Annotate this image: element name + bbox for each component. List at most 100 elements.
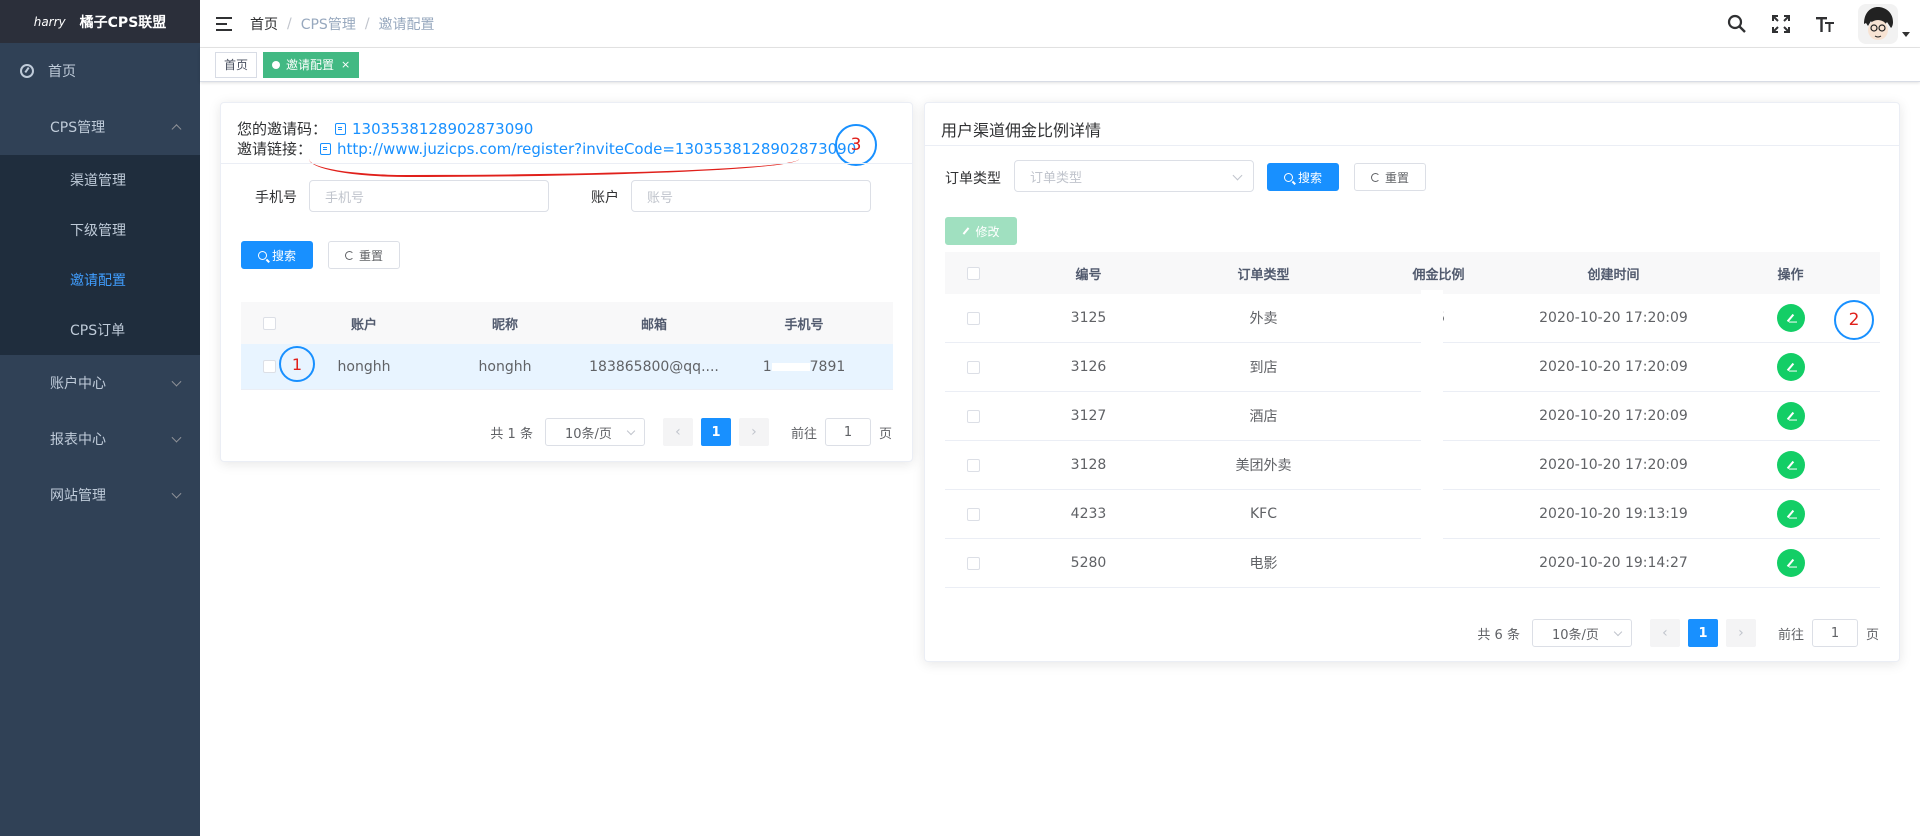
edit-row-button[interactable] [1776, 500, 1805, 528]
chevron-down-icon [1232, 170, 1243, 181]
table-row[interactable]: 3127酒店32020-10-20 17:20:09 [945, 392, 1880, 441]
sidebar-item-account-center[interactable]: 账户中心 [0, 355, 200, 411]
sidebar-item-cps-orders[interactable]: CPS订单 [0, 305, 200, 355]
table-row[interactable]: 3126 到店 2020-10-20 17:20:09 [945, 343, 1880, 392]
pencil-icon [1786, 313, 1795, 323]
table-row[interactable]: honghh honghh 183865800@qq.... 1 7891 [241, 344, 893, 390]
column-header[interactable]: 操作 [1701, 264, 1880, 283]
invite-code[interactable]: 1303538128902873090 [327, 119, 533, 139]
chevron-down-icon [171, 432, 182, 443]
table-header: 账户 昵称 邮箱 手机号 [241, 302, 893, 344]
reset-button[interactable]: 重置 [1354, 163, 1426, 191]
row-checkbox[interactable] [966, 360, 980, 374]
sidebar-item-subordinate[interactable]: 下级管理 [0, 205, 200, 255]
logo[interactable]: harry 橘子CPS联盟 [0, 0, 200, 43]
sidebar-item-label: 网站管理 [50, 488, 106, 504]
account-input[interactable]: 账号 [631, 180, 871, 212]
column-header[interactable]: 邮箱 [579, 314, 729, 333]
refresh-icon [1370, 172, 1380, 182]
tag-home[interactable]: 首页 [215, 51, 258, 78]
prev-page-button[interactable]: ‹ [662, 418, 693, 446]
annotation-number: 1 [291, 354, 303, 374]
sidebar-item-channel[interactable]: 渠道管理 [0, 155, 200, 205]
invite-card: 您的邀请码： 1303538128902873090 邀请链接： http://… [220, 102, 913, 462]
table-row[interactable]: 3125外卖.52020-10-20 17:20:09 [945, 294, 1880, 343]
pagination-total: 共 1 条 [490, 426, 533, 442]
copy-icon[interactable] [320, 143, 332, 155]
sidebar-item-invite-config[interactable]: 邀请配置 [0, 255, 200, 305]
search-button[interactable]: 搜索 [241, 241, 313, 269]
button-label: 搜索 [1297, 170, 1322, 185]
divider [925, 145, 1899, 146]
sidebar-item-site-manage[interactable]: 网站管理 [0, 467, 200, 523]
fullscreen-icon[interactable] [1770, 13, 1792, 35]
page-size-select[interactable]: 10条/页 [1531, 619, 1632, 647]
sidebar-item-home[interactable]: 首页 [0, 43, 200, 99]
hamburger-icon[interactable] [216, 16, 234, 32]
row-checkbox[interactable] [966, 311, 980, 325]
column-header[interactable]: 创建时间 [1526, 264, 1701, 283]
cell-type: 电影 [1249, 556, 1278, 572]
invite-link[interactable]: http://www.juzicps.com/register?inviteCo… [312, 139, 856, 159]
navbar-right [1726, 0, 1910, 48]
pagination: 共 1 条 10条/页 ‹ 1 › 前往 1 页 [490, 418, 892, 446]
table-header: 编号 订单类型 佣金比例 创建时间 操作 [945, 252, 1880, 294]
edit-row-button[interactable] [1776, 353, 1805, 381]
row-checkbox[interactable] [262, 360, 276, 373]
next-page-button[interactable]: › [738, 418, 769, 446]
cell-time: 2020-10-20 17:20:09 [1539, 359, 1688, 375]
copy-icon[interactable] [335, 123, 347, 135]
breadcrumb-home[interactable]: 首页 [250, 14, 278, 34]
edit-row-button[interactable] [1776, 549, 1805, 577]
search-icon[interactable] [1726, 13, 1748, 35]
sidebar-item-cps[interactable]: CPS管理 [0, 99, 200, 155]
reset-button[interactable]: 重置 [328, 241, 400, 269]
column-header[interactable]: 佣金比例 [1351, 264, 1526, 283]
sidebar-item-reports[interactable]: 报表中心 [0, 411, 200, 467]
breadcrumb-cps[interactable]: CPS管理 [301, 14, 356, 34]
row-checkbox[interactable] [966, 556, 980, 570]
select-all-checkbox[interactable] [966, 266, 980, 280]
next-page-button[interactable]: › [1725, 619, 1756, 647]
column-header[interactable]: 编号 [1001, 264, 1176, 283]
search-icon [1283, 172, 1293, 182]
goto-page-input[interactable]: 1 [1811, 619, 1858, 647]
search-button[interactable]: 搜索 [1267, 163, 1339, 191]
page-number-button[interactable]: 1 [700, 418, 731, 446]
navbar: 首页 / CPS管理 / 邀请配置 [200, 0, 1920, 48]
page-number-button[interactable]: 1 [1687, 619, 1718, 647]
tag-invite-config[interactable]: 邀请配置 × [263, 51, 360, 78]
edit-row-button[interactable] [1776, 402, 1805, 430]
phone-input[interactable]: 手机号 [309, 180, 549, 212]
column-header[interactable]: 账户 [297, 314, 431, 333]
cell-nickname: honghh [478, 358, 532, 375]
goto-page-input[interactable]: 1 [824, 418, 871, 446]
cell-time: 2020-10-20 19:14:27 [1539, 555, 1688, 571]
column-header[interactable]: 订单类型 [1176, 264, 1351, 283]
row-checkbox[interactable] [966, 507, 980, 521]
table-row[interactable]: 3128 美团外卖 2020-10-20 17:20:09 [945, 441, 1880, 490]
column-header[interactable]: 昵称 [431, 314, 579, 333]
cell-email: 183865800@qq.... [589, 358, 719, 375]
order-type-select[interactable]: 订单类型 [1014, 160, 1254, 192]
page-unit-label: 页 [1865, 627, 1879, 643]
redacted-mask [771, 362, 810, 371]
prev-page-button[interactable]: ‹ [1649, 619, 1680, 647]
avatar[interactable] [1858, 4, 1898, 44]
column-header[interactable]: 手机号 [729, 314, 879, 333]
font-size-icon[interactable] [1814, 13, 1836, 35]
table-row[interactable]: 4233KFC32020-10-20 19:13:19 [945, 490, 1880, 539]
pencil-icon [1786, 509, 1795, 519]
close-icon[interactable]: × [341, 53, 350, 77]
user-menu[interactable] [1858, 4, 1910, 44]
page-size-select[interactable]: 10条/页 [544, 418, 645, 446]
edit-row-button[interactable] [1776, 451, 1805, 479]
row-checkbox[interactable] [966, 409, 980, 423]
select-all-checkbox[interactable] [262, 316, 276, 330]
table-row[interactable]: 5280电影52020-10-20 19:14:27 [945, 539, 1880, 588]
phone-prefix: 1 [762, 358, 772, 375]
edit-button[interactable]: 修改 [945, 217, 1017, 245]
annotation-number: 3 [850, 135, 862, 155]
edit-row-button[interactable] [1776, 304, 1805, 332]
row-checkbox[interactable] [966, 458, 980, 472]
